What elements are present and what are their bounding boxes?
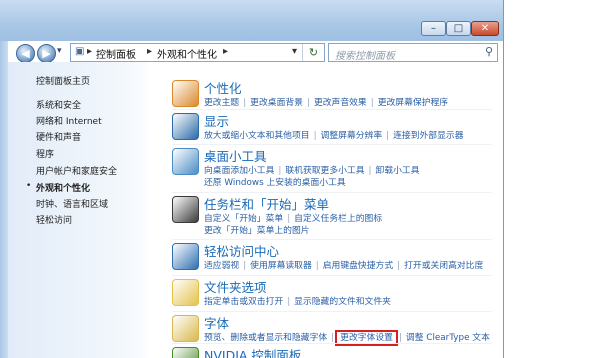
link-separator: | — [370, 98, 374, 108]
minimize-button[interactable]: – — [421, 21, 446, 36]
link-separator: | — [331, 333, 335, 343]
category-divider — [172, 275, 492, 276]
category-icon[interactable] — [172, 279, 199, 306]
link-separator: | — [243, 261, 247, 271]
task-link[interactable]: 更改声音效果 — [314, 98, 367, 108]
task-link[interactable]: 启用键盘快捷方式 — [323, 261, 393, 271]
task-link[interactable]: 更改「开始」菜单上的图片 — [204, 226, 310, 236]
task-link[interactable]: 放大或缩小文本和其他项目 — [204, 131, 310, 141]
breadcrumb-separator[interactable]: ▸ — [87, 46, 92, 57]
task-link[interactable]: 显示隐藏的文件和文件夹 — [294, 297, 391, 307]
task-link[interactable]: 调整 ClearType 文本 — [406, 333, 490, 343]
sidebar-link[interactable]: 时钟、语言和区域 — [36, 197, 108, 210]
link-separator: | — [397, 261, 401, 271]
task-link[interactable]: 卸载小工具 — [376, 166, 420, 176]
task-link[interactable]: 更改主题 — [204, 98, 239, 108]
task-links-row: 还原 Windows 上安装的桌面小工具 — [204, 175, 346, 188]
sidebar-link[interactable]: 控制面板主页 — [36, 74, 90, 87]
category-icon[interactable] — [172, 315, 199, 342]
window-frame: ▔▔▔ ▔▔▔▔ – □ ✕ — [0, 0, 503, 41]
task-link[interactable]: 使用屏幕读取器 — [250, 261, 312, 271]
link-separator: | — [398, 333, 402, 343]
window-title: ▔▔▔ ▔▔▔▔ — [4, 0, 67, 9]
breadcrumb-control-panel[interactable]: 控制面板 — [96, 46, 136, 61]
task-links-row: 更改「开始」菜单上的图片 — [204, 223, 310, 236]
task-links-row: 更改主题 | 更改桌面背景 | 更改声音效果 | 更改屏幕保护程序 — [204, 95, 448, 108]
sidebar-link[interactable]: 硬件和声音 — [36, 130, 81, 143]
task-link[interactable]: 调整屏幕分辨率 — [321, 131, 383, 141]
sidebar-link[interactable]: 系统和安全 — [36, 98, 81, 111]
refresh-icon: ↻ — [308, 46, 319, 59]
link-separator: | — [368, 166, 372, 176]
link-separator: | — [243, 98, 247, 108]
category-icon[interactable] — [172, 347, 199, 358]
sidebar-link[interactable]: 轻松访问 — [36, 213, 72, 226]
back-button[interactable]: ◀ — [16, 44, 35, 63]
task-link[interactable]: 指定单击或双击打开 — [204, 297, 283, 307]
link-separator: | — [287, 297, 291, 307]
recent-pages-chevron-icon[interactable]: ▾ — [57, 46, 62, 56]
task-links-row: 指定单击或双击打开 | 显示隐藏的文件和文件夹 — [204, 294, 391, 307]
back-arrow-icon: ◀ — [21, 47, 30, 60]
maximize-icon: □ — [453, 23, 464, 34]
close-icon: ✕ — [480, 23, 490, 34]
forward-button[interactable]: ▶ — [37, 44, 56, 63]
sidebar-link[interactable]: 用户帐户和家庭安全 — [36, 164, 117, 177]
task-link[interactable]: 更改字体设置 — [335, 330, 398, 346]
sidebar-link[interactable]: 网络和 Internet — [36, 114, 102, 127]
search-placeholder: 搜索控制面板 — [335, 51, 395, 62]
category-icon[interactable] — [172, 80, 199, 107]
task-link[interactable]: 预览、删除或者显示和隐藏字体 — [204, 333, 327, 343]
link-separator: | — [386, 131, 390, 141]
category-icon[interactable] — [172, 196, 199, 223]
link-separator: | — [306, 98, 310, 108]
category-icon[interactable] — [172, 243, 199, 270]
sidebar-item-current: 外观和个性化 — [36, 184, 91, 194]
category-title[interactable]: NVIDIA 控制面板 — [204, 345, 301, 358]
task-link[interactable]: 更改屏幕保护程序 — [378, 98, 448, 108]
forward-arrow-icon: ▶ — [42, 47, 51, 60]
task-links-row: 适应弱视 | 使用屏幕读取器 | 启用键盘快捷方式 | 打开或关闭高对比度 — [204, 258, 483, 271]
maximize-button[interactable]: □ — [446, 21, 471, 36]
task-link[interactable]: 适应弱视 — [204, 261, 239, 271]
category-divider — [172, 144, 492, 145]
close-button[interactable]: ✕ — [471, 21, 499, 36]
category-divider — [172, 311, 492, 312]
sidebar-link[interactable]: 程序 — [36, 147, 54, 160]
task-links-row: 预览、删除或者显示和隐藏字体 | 更改字体设置 | 调整 ClearType 文本 — [204, 330, 490, 346]
link-separator: | — [315, 261, 319, 271]
category-divider — [172, 239, 492, 240]
refresh-button[interactable]: ↻ — [302, 44, 324, 61]
category-icon[interactable] — [172, 113, 199, 140]
minimize-icon: – — [431, 23, 436, 34]
category-divider — [172, 343, 492, 344]
link-separator: | — [313, 131, 317, 141]
window-left-edge — [0, 41, 8, 358]
current-bullet-icon: • — [26, 181, 32, 191]
category-icon[interactable] — [172, 148, 199, 175]
search-icon[interactable]: ⚲ — [485, 45, 493, 58]
control-panel-icon: ▣ — [75, 46, 85, 57]
breadcrumb-separator[interactable]: ▸ — [223, 46, 228, 57]
task-link[interactable]: 更改桌面背景 — [250, 98, 303, 108]
breadcrumb-separator[interactable]: ▸ — [147, 46, 152, 57]
breadcrumb-appearance[interactable]: 外观和个性化 — [157, 46, 217, 61]
address-bar[interactable]: ▣ ▸ 控制面板 ▸ 外观和个性化 ▸ ▾ — [70, 43, 325, 62]
search-box[interactable]: 搜索控制面板 ⚲ — [328, 43, 498, 62]
task-link[interactable]: 还原 Windows 上安装的桌面小工具 — [204, 178, 346, 188]
address-dropdown-icon[interactable]: ▾ — [292, 46, 297, 57]
task-links-row: 放大或缩小文本和其他项目 | 调整屏幕分辨率 | 连接到外部显示器 — [204, 128, 464, 141]
task-link[interactable]: 打开或关闭高对比度 — [404, 261, 483, 271]
task-link[interactable]: 连接到外部显示器 — [393, 131, 463, 141]
category-divider — [172, 192, 492, 193]
control-panel-window: ▔▔▔ ▔▔▔▔ – □ ✕ ◀ ▶ ▾ ▣ ▸ 控制面板 ▸ 外观和个性化 ▸… — [0, 0, 504, 358]
category-divider — [172, 109, 492, 110]
